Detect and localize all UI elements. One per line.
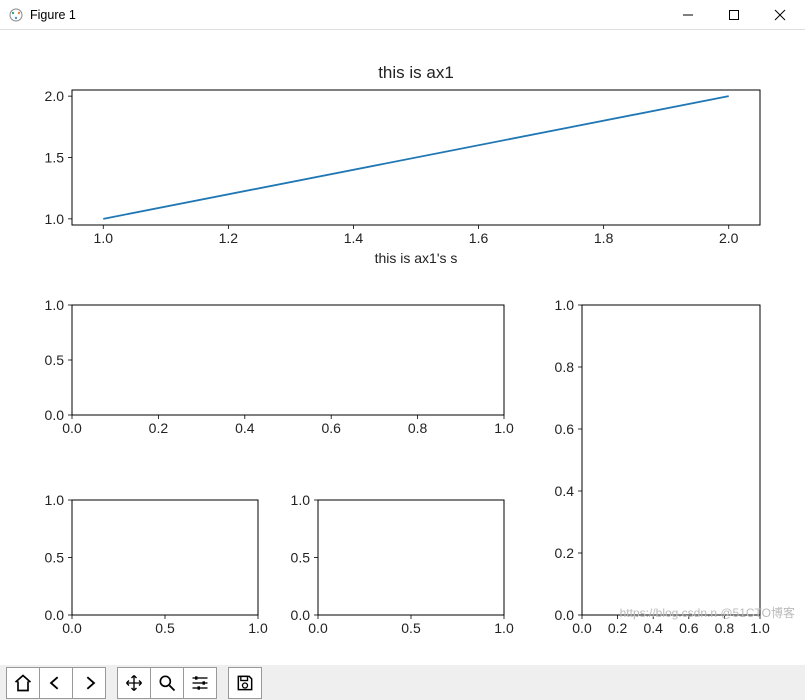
axes-ax5: 0.0 0.5 1.0 0.0 0.5 1.0 — [291, 492, 514, 636]
svg-text:0.4: 0.4 — [643, 620, 663, 636]
back-arrow-icon — [46, 673, 66, 693]
back-button[interactable] — [39, 667, 73, 699]
line-ax1 — [103, 96, 728, 219]
svg-text:1.0: 1.0 — [494, 420, 514, 436]
svg-text:1.0: 1.0 — [555, 297, 575, 313]
svg-text:1.0: 1.0 — [94, 230, 114, 246]
maximize-icon — [728, 9, 740, 21]
svg-text:0.6: 0.6 — [321, 420, 341, 436]
svg-text:1.2: 1.2 — [219, 230, 239, 246]
svg-text:1.8: 1.8 — [594, 230, 614, 246]
maximize-button[interactable] — [711, 0, 757, 30]
matplotlib-toolbar — [0, 665, 805, 700]
minimize-icon — [682, 9, 694, 21]
svg-text:0.8: 0.8 — [555, 359, 575, 375]
axes-title: this is ax1 — [378, 63, 454, 82]
window-controls — [665, 0, 803, 30]
forward-button[interactable] — [72, 667, 106, 699]
axes-ax1: 1.0 1.2 1.4 1.6 1.8 2.0 1.0 1.5 2.0 this is ax1 th… — [45, 63, 760, 266]
svg-text:2.0: 2.0 — [45, 88, 65, 104]
svg-text:0.5: 0.5 — [45, 550, 65, 566]
svg-text:0.0: 0.0 — [45, 607, 65, 623]
axes-ax3: 0.0 0.2 0.4 0.6 0.8 1.0 0.0 0.2 0.4 0.6 0.8 1.0 — [555, 297, 770, 636]
svg-text:0.2: 0.2 — [149, 420, 169, 436]
home-icon — [13, 673, 33, 693]
axes-xlabel: this is ax1's s — [375, 250, 458, 266]
axes-ax4: 0.0 0.5 1.0 0.0 0.5 1.0 — [45, 492, 268, 636]
close-icon — [774, 9, 786, 21]
svg-text:0.0: 0.0 — [45, 407, 65, 423]
svg-text:0.0: 0.0 — [291, 607, 311, 623]
svg-text:0.0: 0.0 — [62, 620, 82, 636]
svg-text:0.6: 0.6 — [555, 421, 575, 437]
titlebar: Figure 1 — [0, 0, 805, 30]
figure-window: Figure 1 1.0 1.2 1.4 1.6 1.8 2.0 1.0 1.5 2.0 this… — [0, 0, 805, 700]
forward-arrow-icon — [79, 673, 99, 693]
svg-text:1.0: 1.0 — [750, 620, 770, 636]
svg-text:0.2: 0.2 — [555, 545, 575, 561]
zoom-button[interactable] — [150, 667, 184, 699]
sliders-icon — [190, 673, 210, 693]
pan-icon — [124, 673, 144, 693]
home-button[interactable] — [6, 667, 40, 699]
axes-ax2: 0.0 0.2 0.4 0.6 0.8 1.0 0.0 0.5 1.0 — [45, 297, 514, 436]
window-title: Figure 1 — [30, 8, 76, 22]
svg-text:1.0: 1.0 — [494, 620, 514, 636]
svg-text:1.0: 1.0 — [248, 620, 268, 636]
svg-text:1.0: 1.0 — [45, 297, 65, 313]
zoom-icon — [157, 673, 177, 693]
close-button[interactable] — [757, 0, 803, 30]
svg-text:0.4: 0.4 — [235, 420, 255, 436]
svg-text:1.4: 1.4 — [344, 230, 364, 246]
svg-text:0.4: 0.4 — [555, 483, 575, 499]
svg-text:1.0: 1.0 — [45, 492, 65, 508]
svg-text:0.5: 0.5 — [401, 620, 421, 636]
svg-text:0.8: 0.8 — [715, 620, 735, 636]
svg-text:0.5: 0.5 — [291, 550, 311, 566]
configure-button[interactable] — [183, 667, 217, 699]
app-icon — [8, 7, 24, 23]
svg-text:0.8: 0.8 — [408, 420, 428, 436]
pan-button[interactable] — [117, 667, 151, 699]
svg-text:0.0: 0.0 — [572, 620, 592, 636]
svg-text:0.5: 0.5 — [45, 352, 65, 368]
svg-text:1.6: 1.6 — [469, 230, 489, 246]
save-icon — [235, 673, 255, 693]
svg-text:0.2: 0.2 — [608, 620, 628, 636]
svg-text:0.0: 0.0 — [308, 620, 328, 636]
svg-text:0.0: 0.0 — [555, 607, 575, 623]
figure-canvas[interactable]: 1.0 1.2 1.4 1.6 1.8 2.0 1.0 1.5 2.0 this is ax1 th… — [0, 30, 805, 665]
svg-text:0.0: 0.0 — [62, 420, 82, 436]
minimize-button[interactable] — [665, 0, 711, 30]
svg-text:0.5: 0.5 — [155, 620, 175, 636]
svg-text:1.0: 1.0 — [45, 211, 65, 227]
save-button[interactable] — [228, 667, 262, 699]
svg-text:1.0: 1.0 — [291, 492, 311, 508]
svg-text:2.0: 2.0 — [719, 230, 739, 246]
svg-text:1.5: 1.5 — [45, 150, 65, 166]
svg-text:0.6: 0.6 — [679, 620, 699, 636]
